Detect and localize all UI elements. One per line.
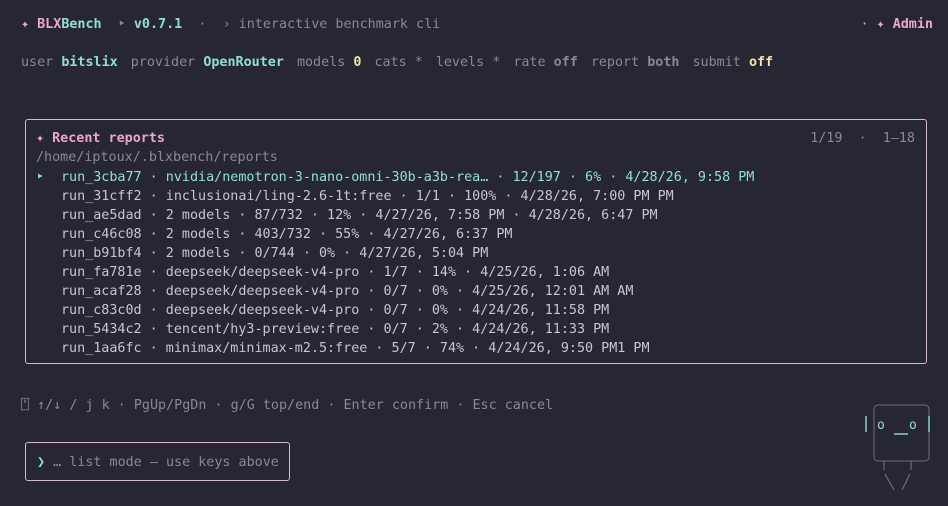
page-indicator: 1/19 · 1–18 (810, 131, 915, 146)
status-submit: submit off (692, 55, 774, 70)
app-name-blx: BLX (37, 17, 62, 32)
app-name-bench: Bench (61, 17, 102, 32)
status-provider: provider OpenRouter (130, 55, 284, 70)
prompt-chevron-icon: ❯ (37, 455, 46, 470)
recent-reports-panel: ✦ Recent reports 1/19 · 1–18 /home/iptou… (25, 119, 927, 364)
reports-path: /home/iptoux/.blxbench/reports (36, 150, 278, 165)
selected-caret-icon: ‣ (36, 170, 45, 185)
sparkle-icon: ✦ (21, 17, 30, 32)
panel-title-text: Recent reports (52, 131, 165, 146)
version-label: v0.7.1 (133, 17, 183, 32)
status-models: models 0 (296, 55, 362, 70)
page-range: 1–18 (882, 131, 915, 146)
status-report: report both (590, 55, 680, 70)
robot-mascot-icon: o o (865, 404, 930, 491)
status-user: user bitslix (21, 55, 118, 70)
command-prompt[interactable]: ❯ … list mode — use keys above (25, 442, 290, 481)
page-position: 1/19 (810, 131, 843, 146)
status-levels: levels * (435, 55, 501, 70)
version-bullet-icon: ‣ (117, 17, 126, 32)
status-cats: cats * (374, 55, 423, 70)
panel-title: ✦ Recent reports (36, 129, 165, 148)
admin-sparkle-icon: · ✦ (860, 17, 885, 32)
svg-text:o: o (909, 418, 917, 433)
status-bar: user bitslix provider OpenRouter models 0 c… (21, 53, 773, 72)
prompt-line: ❯ … list mode — use keys above (37, 453, 279, 472)
app-tagline: › interactive benchmark cli (222, 17, 441, 32)
header-separator: · (198, 17, 207, 32)
admin-badge: · ✦ Admin (860, 15, 933, 34)
key-hints: ⍞ ↑/↓ / j k · PgUp/PgDn · g/G top/end · … (21, 398, 554, 413)
prompt-text: … list mode — use keys above (53, 455, 279, 470)
admin-label: Admin (892, 17, 933, 32)
status-rate: rate off (513, 55, 578, 70)
svg-text:o: o (877, 418, 885, 433)
app-header: ✦ BLXBench ‣ v0.7.1 · › interactive benc… (21, 15, 440, 34)
app-window: ✦ BLXBench ‣ v0.7.1 · › interactive benc… (0, 0, 948, 506)
panel-sparkle-icon: ✦ (36, 131, 45, 146)
